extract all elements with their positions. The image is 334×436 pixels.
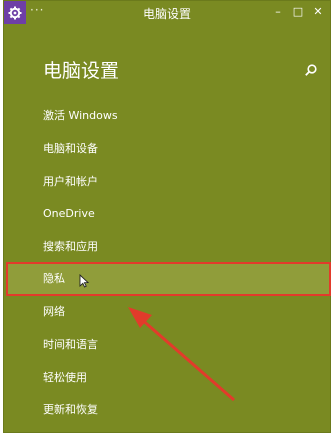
settings-window: ··· 电脑设置 – □ ✕ 电脑设置 激活 Windows 电脑和设备 用户和…	[3, 0, 331, 433]
nav-item-network[interactable]: 网络	[43, 303, 65, 321]
nav-item-ease-of-access[interactable]: 轻松使用	[43, 369, 87, 387]
minimize-button[interactable]: –	[269, 4, 287, 20]
nav-item-update-and-recovery[interactable]: 更新和恢复	[43, 401, 98, 419]
nav-item-pc-and-devices[interactable]: 电脑和设备	[43, 140, 98, 158]
nav-item-onedrive[interactable]: OneDrive	[43, 205, 95, 223]
nav-item-accounts[interactable]: 用户和帐户	[43, 173, 98, 191]
mouse-pointer-icon	[79, 273, 90, 288]
title-bar: ··· 电脑设置 – □ ✕	[4, 1, 330, 25]
nav-item-time-and-language[interactable]: 时间和语言	[43, 336, 98, 354]
nav-item-search-and-apps[interactable]: 搜索和应用	[43, 238, 98, 256]
nav-item-activate-windows[interactable]: 激活 Windows	[43, 107, 118, 125]
close-button[interactable]: ✕	[309, 4, 327, 20]
maximize-button[interactable]: □	[289, 4, 307, 20]
search-icon[interactable]	[304, 62, 318, 76]
nav-item-privacy[interactable]: 隐私	[43, 270, 65, 288]
page-title: 电脑设置	[43, 60, 120, 82]
